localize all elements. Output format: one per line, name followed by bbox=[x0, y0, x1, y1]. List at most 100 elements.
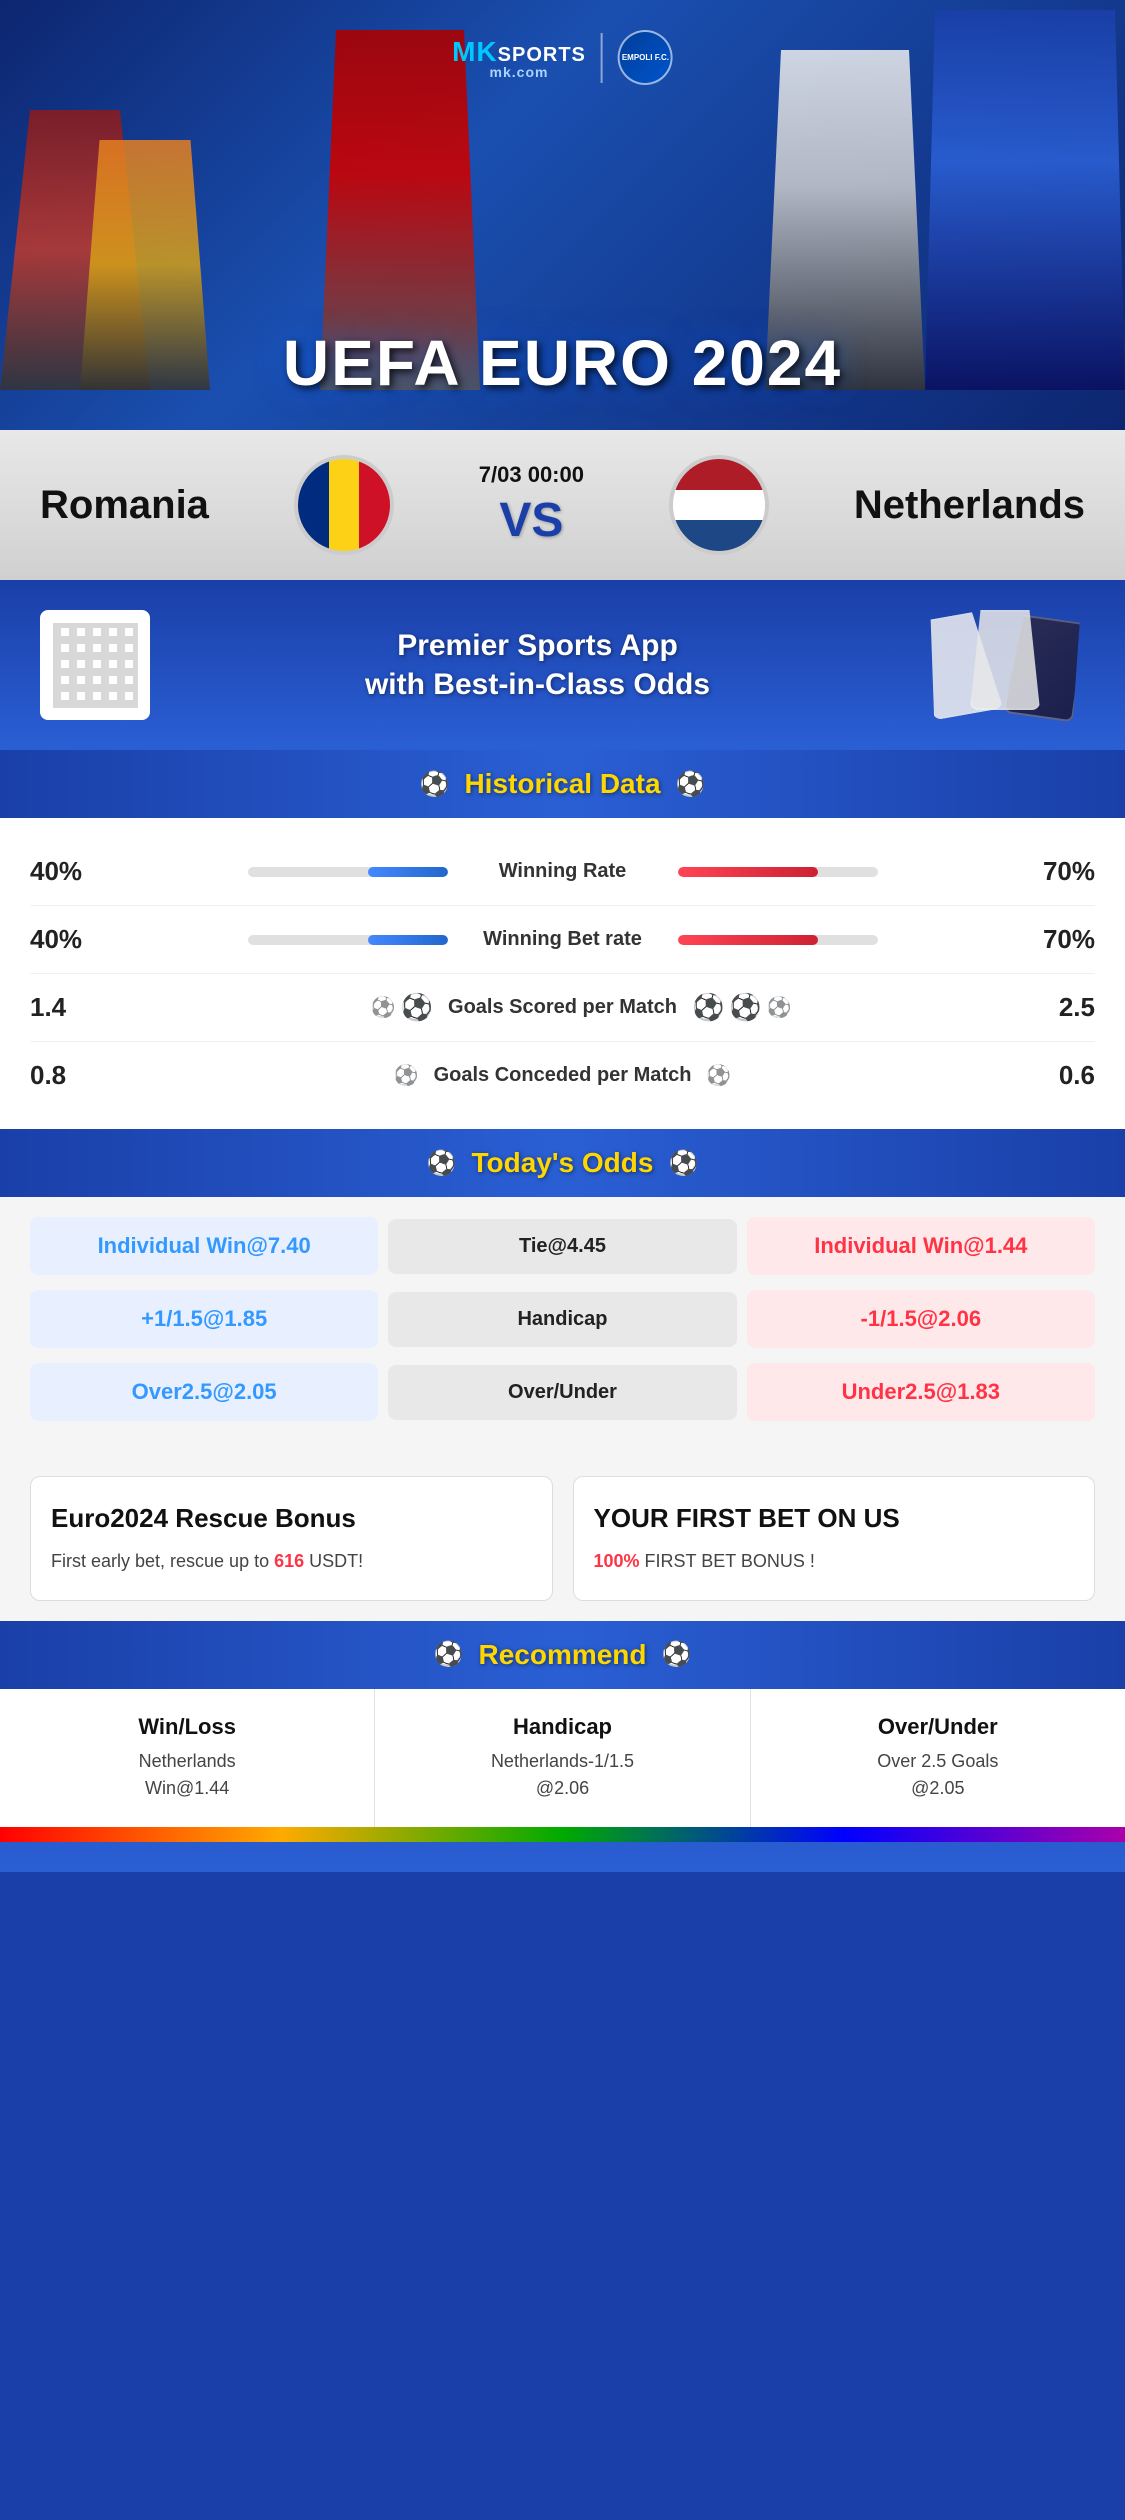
historical-title: Historical Data bbox=[464, 768, 660, 800]
promo-text: Premier Sports App with Best-in-Class Od… bbox=[170, 626, 905, 704]
ball-icon-2: ⚽ bbox=[692, 992, 724, 1023]
ball-icon-gc-left: ⚽ bbox=[394, 1063, 419, 1088]
stat-bar-right-wr bbox=[678, 867, 878, 877]
partner-badge: EMPOLI F.C. bbox=[618, 30, 673, 85]
goal-icons-right-gc: ⚽ bbox=[706, 1063, 1015, 1088]
promo-section: Premier Sports App with Best-in-Class Od… bbox=[0, 580, 1125, 750]
match-section: Romania 7/03 00:00 VS Netherlands bbox=[0, 430, 1125, 580]
goal-icons-right-gs: ⚽ ⚽ ⚽ bbox=[692, 992, 1015, 1023]
odds-right-handicap[interactable]: -1/1.5@2.06 bbox=[747, 1290, 1095, 1348]
stat-row-winning-rate: 40% Winning Rate 70% bbox=[30, 838, 1095, 906]
stat-row-winning-bet: 40% Winning Bet rate 70% bbox=[30, 906, 1095, 974]
stat-bar-container-wr: Winning Rate bbox=[110, 860, 1015, 883]
recommend-section: ⚽ Recommend ⚽ Win/Loss Netherlands Win@1… bbox=[0, 1621, 1125, 1872]
odds-right-overunder[interactable]: Under2.5@1.83 bbox=[747, 1363, 1095, 1421]
brand-logo: MKSPORTS mk.com EMPOLI F.C. bbox=[452, 30, 673, 85]
stats-section: 40% Winning Rate 70% 40% Winning Bet rat… bbox=[0, 818, 1125, 1129]
stat-bar-right-fill-wr bbox=[678, 867, 818, 877]
recommend-header: ⚽ Recommend ⚽ bbox=[0, 1621, 1125, 1689]
recommend-col-handicap: Handicap Netherlands-1/1.5 @2.06 bbox=[375, 1689, 750, 1827]
odds-row-overunder: Over2.5@2.05 Over/Under Under2.5@1.83 bbox=[30, 1363, 1095, 1421]
odds-row-handicap: +1/1.5@1.85 Handicap -1/1.5@2.06 bbox=[30, 1290, 1095, 1348]
netherlands-stripe-1 bbox=[673, 459, 765, 490]
ball-icon-gc-right: ⚽ bbox=[706, 1063, 731, 1088]
logo-divider bbox=[601, 33, 603, 83]
bottom-strip bbox=[0, 1827, 1125, 1842]
stat-right-goals-conceded: 0.6 bbox=[1015, 1060, 1095, 1091]
bonus-card-firstbet: YOUR FIRST BET ON US 100% FIRST BET BONU… bbox=[573, 1476, 1096, 1601]
romania-stripe-1 bbox=[298, 459, 329, 551]
odds-center-handicap: Handicap bbox=[388, 1292, 736, 1347]
match-date: 7/03 00:00 bbox=[479, 462, 584, 488]
phone-mockups bbox=[925, 610, 1085, 720]
odds-center-overunder: Over/Under bbox=[388, 1365, 736, 1420]
recommend-col-winloss: Win/Loss Netherlands Win@1.44 bbox=[0, 1689, 375, 1827]
stat-label-gc: Goals Conceded per Match bbox=[434, 1064, 692, 1087]
player-5 bbox=[925, 10, 1125, 390]
odds-ball-icon-left: ⚽ bbox=[427, 1149, 457, 1178]
recommend-col-overunder: Over/Under Over 2.5 Goals @2.05 bbox=[751, 1689, 1125, 1827]
goal-icons-left-gs: ⚽ ⚽ bbox=[110, 992, 433, 1023]
bonus-section: Euro2024 Rescue Bonus First early bet, r… bbox=[0, 1456, 1125, 1621]
soccer-ball-icon-left: ⚽ bbox=[420, 770, 450, 799]
team-left-name: Romania bbox=[40, 483, 209, 528]
recommend-grid: Win/Loss Netherlands Win@1.44 Handicap N… bbox=[0, 1689, 1125, 1827]
bonus-title-rescue: Euro2024 Rescue Bonus bbox=[51, 1502, 532, 1536]
match-center-info: 7/03 00:00 VS bbox=[479, 462, 584, 548]
hero-section: MKSPORTS mk.com EMPOLI F.C. UEFA EURO 20… bbox=[0, 0, 1125, 430]
stat-bar-left-wb bbox=[248, 935, 448, 945]
bonus-body-rescue: First early bet, rescue up to 616 USDT! bbox=[51, 1548, 532, 1575]
stat-row-goals-conceded: 0.8 ⚽ Goals Conceded per Match ⚽ 0.6 bbox=[30, 1042, 1095, 1109]
odds-left-win[interactable]: Individual Win@7.40 bbox=[30, 1217, 378, 1275]
mk-text: MK bbox=[452, 36, 498, 67]
stat-bar-left-wr bbox=[248, 867, 448, 877]
odds-title: Today's Odds bbox=[472, 1147, 654, 1179]
stat-bar-container-gs: ⚽ ⚽ Goals Scored per Match ⚽ ⚽ ⚽ bbox=[110, 992, 1015, 1023]
netherlands-stripe-2 bbox=[673, 490, 765, 521]
stat-bar-right-wb bbox=[678, 935, 878, 945]
flag-romania bbox=[294, 455, 394, 555]
qr-pattern bbox=[53, 623, 138, 708]
recommend-title: Recommend bbox=[478, 1639, 646, 1671]
stat-left-goals-conceded: 0.8 bbox=[30, 1060, 110, 1091]
half-ball-icon: ⚽ bbox=[371, 995, 396, 1020]
bonus-title-firstbet: YOUR FIRST BET ON US bbox=[594, 1502, 1075, 1536]
recommend-header-handicap: Handicap bbox=[395, 1714, 729, 1740]
vs-label: VS bbox=[499, 493, 563, 548]
stat-label-gs: Goals Scored per Match bbox=[448, 996, 677, 1019]
stat-label-wb: Winning Bet rate bbox=[463, 928, 663, 951]
bonus-body-firstbet: 100% FIRST BET BONUS ! bbox=[594, 1548, 1075, 1575]
bonus-card-rescue: Euro2024 Rescue Bonus First early bet, r… bbox=[30, 1476, 553, 1601]
odds-center-win: Tie@4.45 bbox=[388, 1219, 736, 1274]
stat-bar-right-fill-wb bbox=[678, 935, 818, 945]
netherlands-stripe-3 bbox=[673, 520, 765, 551]
stat-bar-left-fill-wr bbox=[368, 867, 448, 877]
half-ball-icon-2: ⚽ bbox=[767, 995, 792, 1020]
promo-headline: Premier Sports App with Best-in-Class Od… bbox=[170, 626, 905, 704]
stat-label-wr: Winning Rate bbox=[463, 860, 663, 883]
odds-left-handicap[interactable]: +1/1.5@1.85 bbox=[30, 1290, 378, 1348]
stat-right-goals-scored: 2.5 bbox=[1015, 992, 1095, 1023]
ball-icon-3: ⚽ bbox=[729, 992, 761, 1023]
stat-left-goals-scored: 1.4 bbox=[30, 992, 110, 1023]
odds-header: ⚽ Today's Odds ⚽ bbox=[0, 1129, 1125, 1197]
recommend-body-overunder: Over 2.5 Goals @2.05 bbox=[771, 1748, 1105, 1802]
odds-section: Individual Win@7.40 Tie@4.45 Individual … bbox=[0, 1197, 1125, 1456]
flag-netherlands bbox=[669, 455, 769, 555]
historical-header: ⚽ Historical Data ⚽ bbox=[0, 750, 1125, 818]
odds-left-overunder[interactable]: Over2.5@2.05 bbox=[30, 1363, 378, 1421]
sports-text: SPORTS bbox=[498, 44, 586, 66]
recommend-body-winloss: Netherlands Win@1.44 bbox=[20, 1748, 354, 1802]
stat-right-winning-rate: 70% bbox=[1015, 856, 1095, 887]
odds-ball-icon-right: ⚽ bbox=[668, 1149, 698, 1178]
recommend-body-handicap: Netherlands-1/1.5 @2.06 bbox=[395, 1748, 729, 1802]
soccer-ball-icon-right: ⚽ bbox=[676, 770, 706, 799]
player-2 bbox=[80, 140, 210, 390]
stat-left-winning-bet: 40% bbox=[30, 924, 110, 955]
qr-code bbox=[40, 610, 150, 720]
odds-row-win: Individual Win@7.40 Tie@4.45 Individual … bbox=[30, 1217, 1095, 1275]
ball-icon-1: ⚽ bbox=[401, 992, 433, 1023]
odds-right-win[interactable]: Individual Win@1.44 bbox=[747, 1217, 1095, 1275]
stat-bar-container-gc: ⚽ Goals Conceded per Match ⚽ bbox=[110, 1063, 1015, 1088]
team-right-name: Netherlands bbox=[854, 483, 1085, 528]
